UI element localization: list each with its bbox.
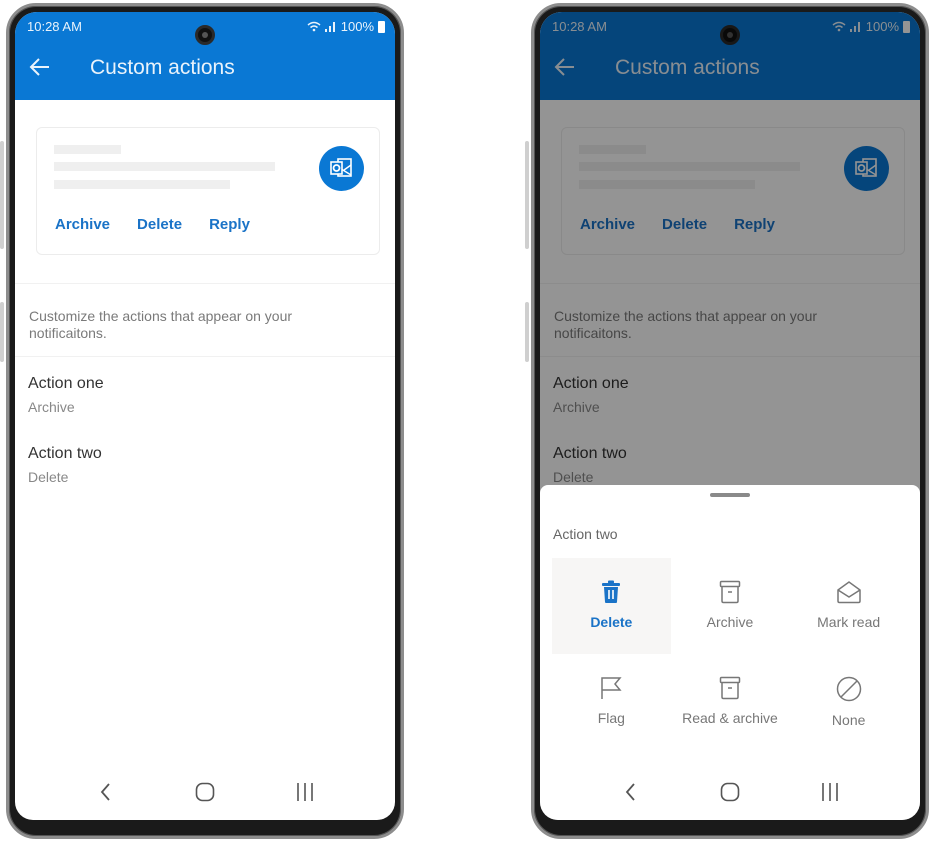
setting-value: Archive <box>28 399 75 415</box>
battery-icon <box>378 20 385 33</box>
divider <box>15 283 395 284</box>
option-label: Archive <box>706 614 754 630</box>
status-time: 10:28 AM <box>27 19 82 34</box>
sheet-title: Action two <box>553 526 618 542</box>
placeholder-line <box>54 180 230 189</box>
setting-action-one[interactable]: Action one Archive <box>28 375 104 415</box>
none-icon <box>836 676 861 702</box>
system-nav-bar <box>15 764 395 820</box>
chevron-left-icon <box>625 783 635 801</box>
divider <box>15 356 395 357</box>
outlook-icon <box>319 146 364 191</box>
phone-right: 10:28 AM 100% Custom actions Archive Del… <box>525 3 929 839</box>
back-arrow-icon[interactable] <box>27 54 53 80</box>
recents-icon <box>297 783 313 801</box>
preview-actions: Archive Delete Reply <box>55 216 250 233</box>
nav-back-button[interactable] <box>610 777 650 807</box>
option-flag[interactable]: Flag <box>552 654 671 750</box>
option-label: Delete <box>590 614 633 630</box>
app-bar: 10:28 AM 100% Custom actions <box>15 12 395 100</box>
chevron-left-icon <box>100 783 110 801</box>
signal-icon <box>324 22 335 32</box>
description-text: Customize the actions that appear on you… <box>29 308 293 341</box>
option-label: Flag <box>597 710 625 726</box>
nav-back-button[interactable] <box>85 777 125 807</box>
page-title: Custom actions <box>90 56 235 79</box>
battery-percent: 100% <box>340 19 374 34</box>
nav-recents-button[interactable] <box>285 777 325 807</box>
system-nav-bar <box>540 764 920 820</box>
nav-home-button[interactable] <box>710 777 750 807</box>
preview-action-delete: Delete <box>137 216 183 233</box>
setting-value: Delete <box>28 469 69 485</box>
trash-icon <box>602 580 621 603</box>
archive-icon <box>719 580 741 604</box>
setting-name: Action two <box>28 445 102 462</box>
sheet-drag-handle[interactable] <box>710 493 750 497</box>
action-options-grid: Delete Archive Mark read Flag Read & arc… <box>552 558 908 750</box>
power-button <box>0 302 4 362</box>
power-button <box>525 302 529 362</box>
notification-preview-card: Archive Delete Reply <box>36 127 380 255</box>
volume-button <box>525 141 529 249</box>
option-mark-read[interactable]: Mark read <box>789 558 908 654</box>
placeholder-line <box>54 145 121 154</box>
wifi-icon <box>307 21 321 32</box>
content: Archive Delete Reply Customize the actio… <box>15 100 395 820</box>
home-icon <box>720 782 740 802</box>
preview-action-reply: Reply <box>209 216 250 233</box>
option-label: Read & archive <box>682 710 778 726</box>
setting-action-two[interactable]: Action two Delete <box>28 445 102 485</box>
home-icon <box>195 782 215 802</box>
screen-action-picker: 10:28 AM 100% Custom actions Archive Del… <box>540 12 920 820</box>
recents-icon <box>822 783 838 801</box>
nav-home-button[interactable] <box>185 777 225 807</box>
option-read-and-archive[interactable]: Read & archive <box>671 654 790 750</box>
nav-recents-button[interactable] <box>810 777 850 807</box>
volume-button <box>0 141 4 249</box>
option-archive[interactable]: Archive <box>671 558 790 654</box>
option-label: Mark read <box>817 614 881 630</box>
screen-custom-actions: 10:28 AM 100% Custom actions Archive Del… <box>15 12 395 820</box>
flag-icon <box>601 677 622 699</box>
archive-icon <box>719 676 741 700</box>
option-delete[interactable]: Delete <box>552 558 671 654</box>
option-none[interactable]: None <box>789 654 908 750</box>
phone-left: 10:28 AM 100% Custom actions Archive Del… <box>0 3 404 839</box>
preview-action-archive: Archive <box>55 216 111 233</box>
option-label: None <box>831 712 866 728</box>
open-envelope-icon <box>836 581 861 604</box>
placeholder-line <box>54 162 275 171</box>
setting-name: Action one <box>28 375 104 392</box>
front-camera <box>195 25 215 45</box>
